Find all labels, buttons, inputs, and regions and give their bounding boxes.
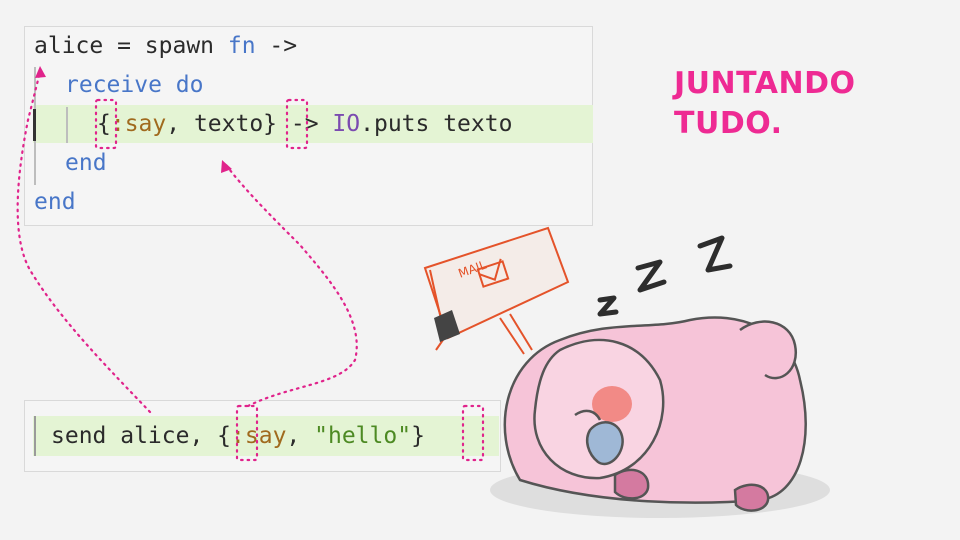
dotted-box-open-brace: [235, 404, 259, 462]
dotted-box-close-brace: [461, 404, 485, 462]
arrowhead: [35, 66, 46, 78]
annotation-overlay: MAIL: [16, 66, 830, 518]
dotted-arrow-to-alice: [16, 70, 152, 414]
dotted-box-close-brace: [285, 98, 309, 150]
sleep-z-icons: [597, 235, 733, 317]
dotted-box-open-brace: [94, 98, 118, 150]
sleeping-pink-creature: [490, 316, 830, 518]
dotted-arrow-to-pattern: [224, 163, 358, 408]
